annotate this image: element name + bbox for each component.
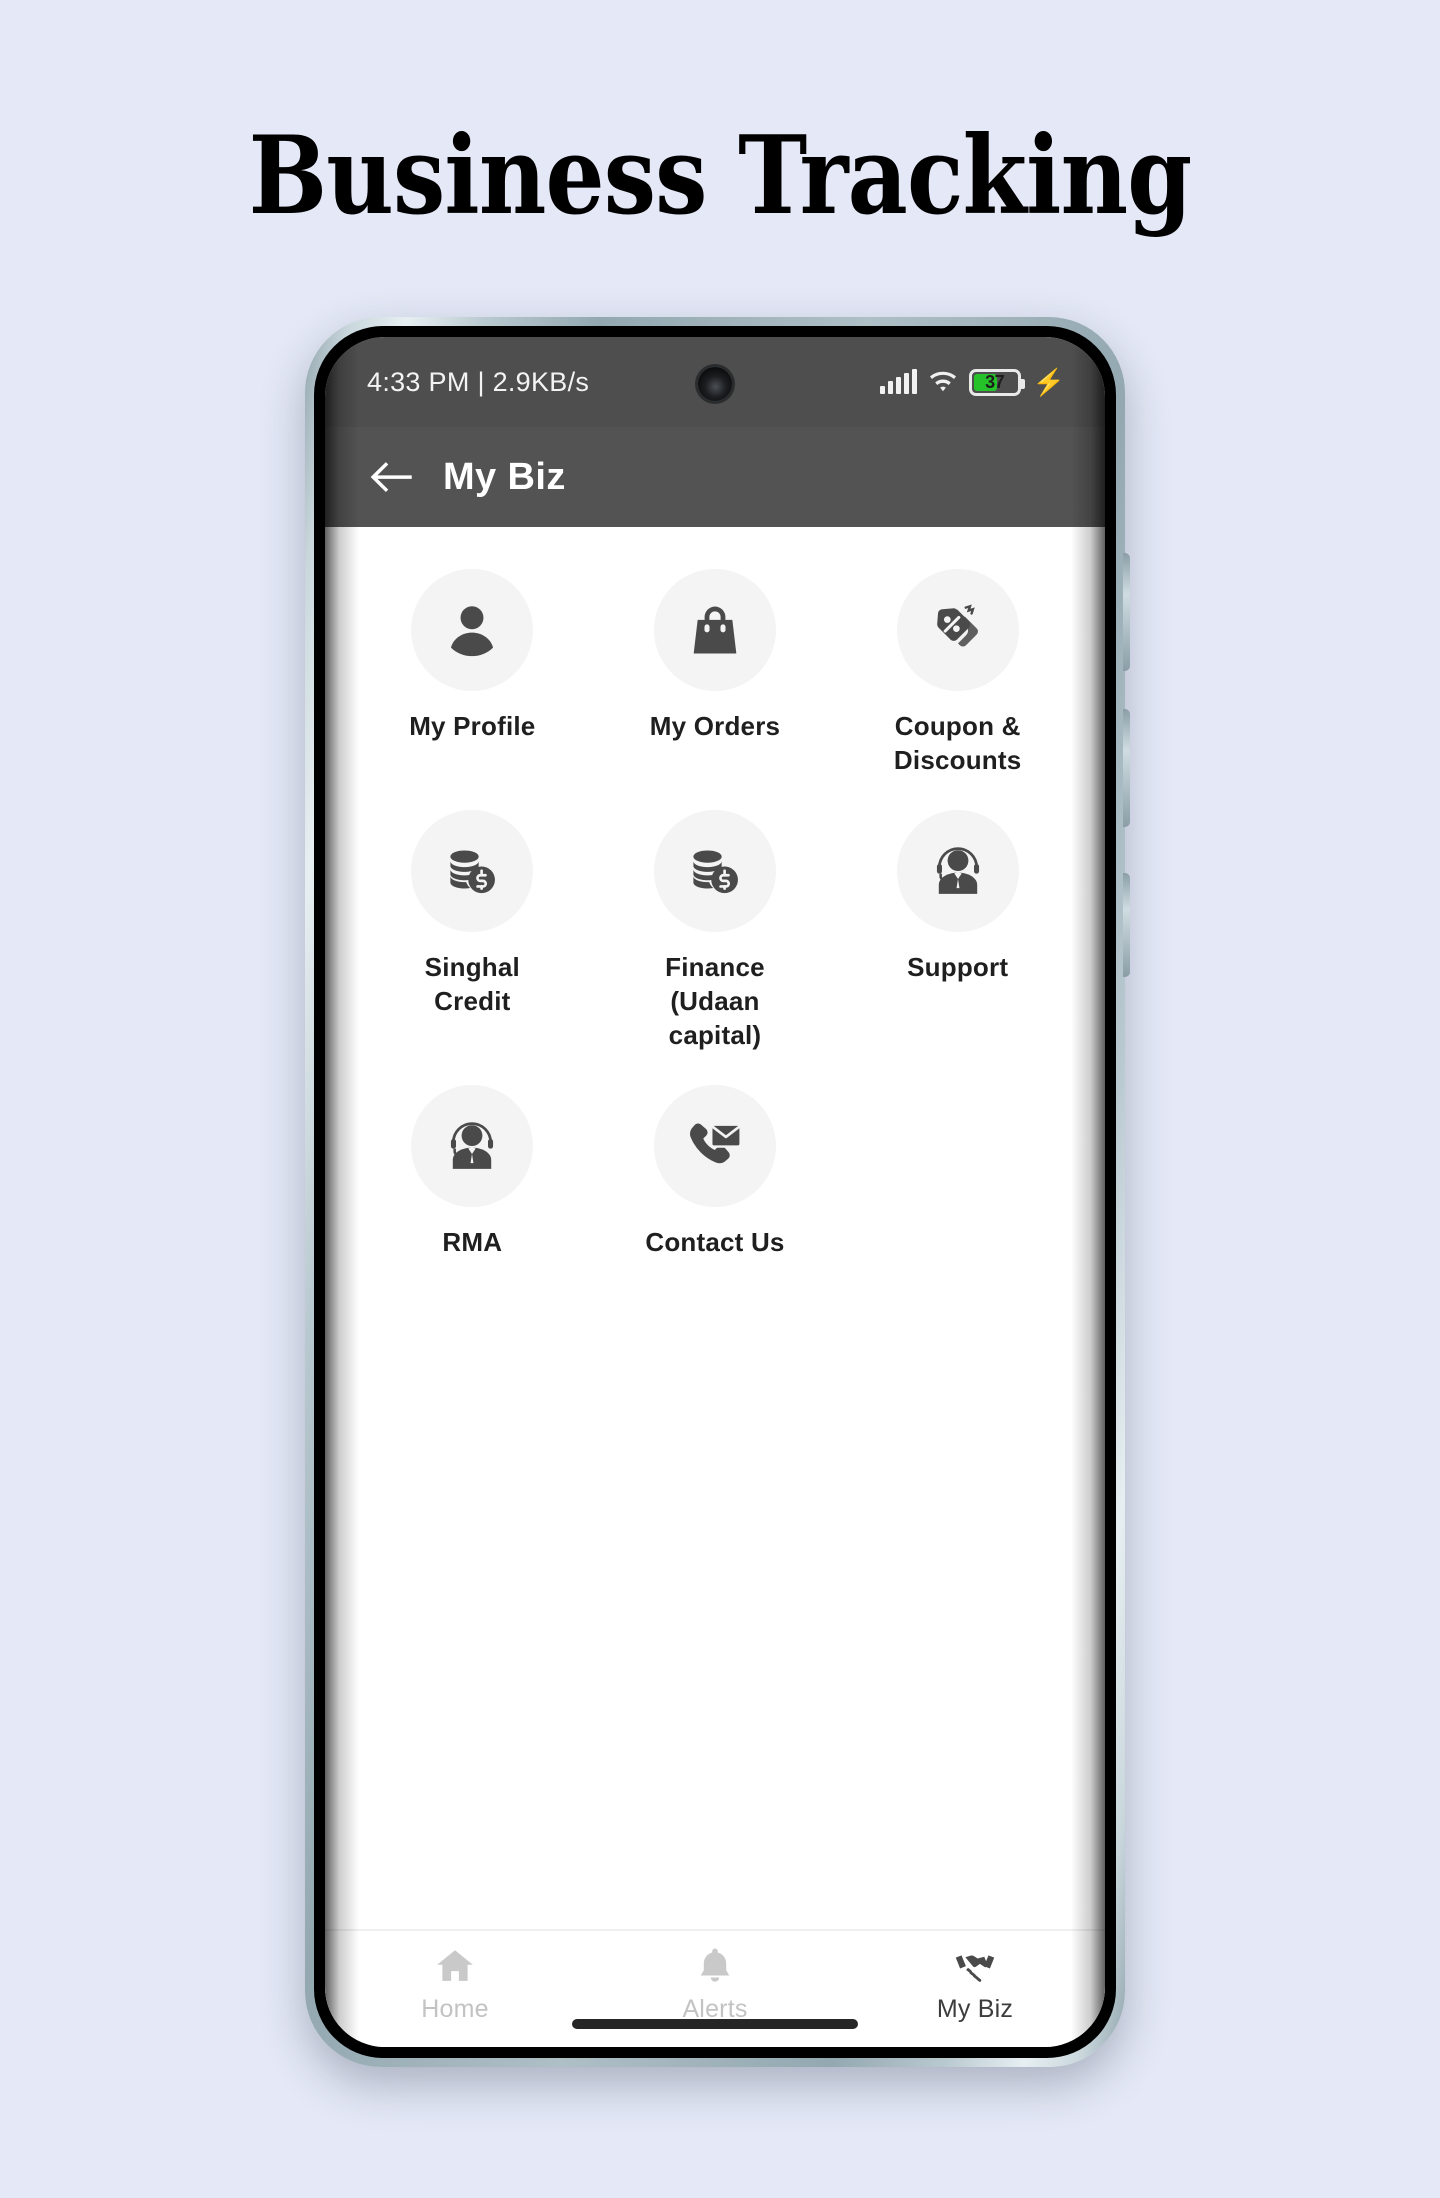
headset-agent-icon — [936, 846, 979, 894]
nav-item-home[interactable]: Home — [325, 1945, 585, 2024]
tile-label: Support — [907, 951, 1009, 982]
menu-tile-singhal-credit[interactable]: Singhal Credit — [351, 796, 594, 1053]
headset-agent-icon — [451, 1121, 494, 1169]
person-icon — [451, 606, 494, 657]
tile-label: Singhal Credit — [424, 951, 520, 1016]
tile-icon-wrap — [653, 1084, 776, 1207]
status-icons: 37 ⚡ — [879, 367, 1065, 397]
back-arrow-icon[interactable] — [369, 460, 413, 494]
main-content: My Profile My Orders Coupon & Discounts … — [325, 527, 1105, 1929]
app-bar-title: My Biz — [443, 455, 566, 498]
menu-grid: My Profile My Orders Coupon & Discounts … — [351, 555, 1079, 1259]
volume-down-button[interactable] — [1123, 709, 1130, 827]
menu-tile-support[interactable]: Support — [836, 796, 1079, 1053]
status-bar: 4:33 PM | 2.9KB/s 37 ⚡ — [325, 337, 1105, 427]
bottom-navigation: Home Alerts My Biz — [325, 1929, 1105, 2047]
tile-label: My Orders — [649, 711, 781, 741]
coin-stack-dollar-icon — [693, 850, 738, 893]
handshake-icon — [955, 1955, 995, 1982]
discount-tag-icon — [936, 604, 978, 647]
tile-label: Finance (Udaan capital) — [665, 951, 765, 1051]
shopping-bag-icon — [693, 606, 737, 654]
power-button[interactable] — [1123, 873, 1130, 977]
menu-tile-my-orders[interactable]: My Orders — [594, 555, 837, 778]
nav-item-alerts[interactable]: Alerts — [585, 1945, 845, 2024]
tile-icon-wrap — [411, 1084, 534, 1207]
tile-label: Contact Us — [645, 1226, 785, 1257]
menu-tile-contact-us[interactable]: Contact Us — [594, 1071, 837, 1259]
wifi-icon — [929, 371, 956, 392]
status-time-network: 4:33 PM | 2.9KB/s — [367, 366, 590, 397]
phone-screen: 4:33 PM | 2.9KB/s 37 ⚡ My Biz My Profile… — [325, 337, 1105, 2047]
phone-envelope-icon — [690, 1123, 742, 1163]
nav-item-my-biz[interactable]: My Biz — [845, 1945, 1105, 2024]
page-title: Business Tracking — [248, 113, 1193, 239]
signal-bars-icon — [879, 369, 917, 394]
menu-tile-finance-udaan-capital[interactable]: Finance (Udaan capital) — [594, 796, 837, 1053]
gesture-home-bar[interactable] — [572, 2019, 858, 2029]
front-camera-punch-hole — [698, 367, 732, 401]
app-bar: My Biz — [325, 427, 1105, 527]
tile-label: RMA — [442, 1226, 503, 1257]
tile-label: Coupon & Discounts — [893, 711, 1022, 776]
tile-label: My Profile — [409, 711, 536, 741]
bell-icon — [700, 1948, 730, 1982]
menu-tile-rma[interactable]: RMA — [351, 1071, 594, 1259]
tile-icon-wrap — [411, 809, 534, 932]
volume-up-button[interactable] — [1123, 553, 1130, 671]
tile-icon-wrap — [411, 569, 534, 691]
home-icon — [437, 1950, 473, 1981]
nav-item-label: My Biz — [936, 1995, 1014, 2023]
battery-icon: 37 — [968, 368, 1025, 396]
tile-icon-wrap — [896, 569, 1019, 691]
tile-icon-wrap — [896, 809, 1019, 932]
phone-mockup: 4:33 PM | 2.9KB/s 37 ⚡ My Biz My Profile… — [305, 317, 1130, 2067]
battery-percent-label: 37 — [985, 371, 1005, 392]
menu-tile-my-profile[interactable]: My Profile — [351, 555, 594, 778]
tile-icon-wrap — [653, 809, 776, 932]
nav-item-label: Home — [421, 1995, 489, 2023]
menu-tile-coupon-discounts[interactable]: Coupon & Discounts — [836, 555, 1079, 778]
charging-bolt-icon: ⚡ — [1032, 367, 1065, 397]
coin-stack-dollar-icon — [450, 850, 496, 893]
tile-icon-wrap — [653, 569, 776, 691]
